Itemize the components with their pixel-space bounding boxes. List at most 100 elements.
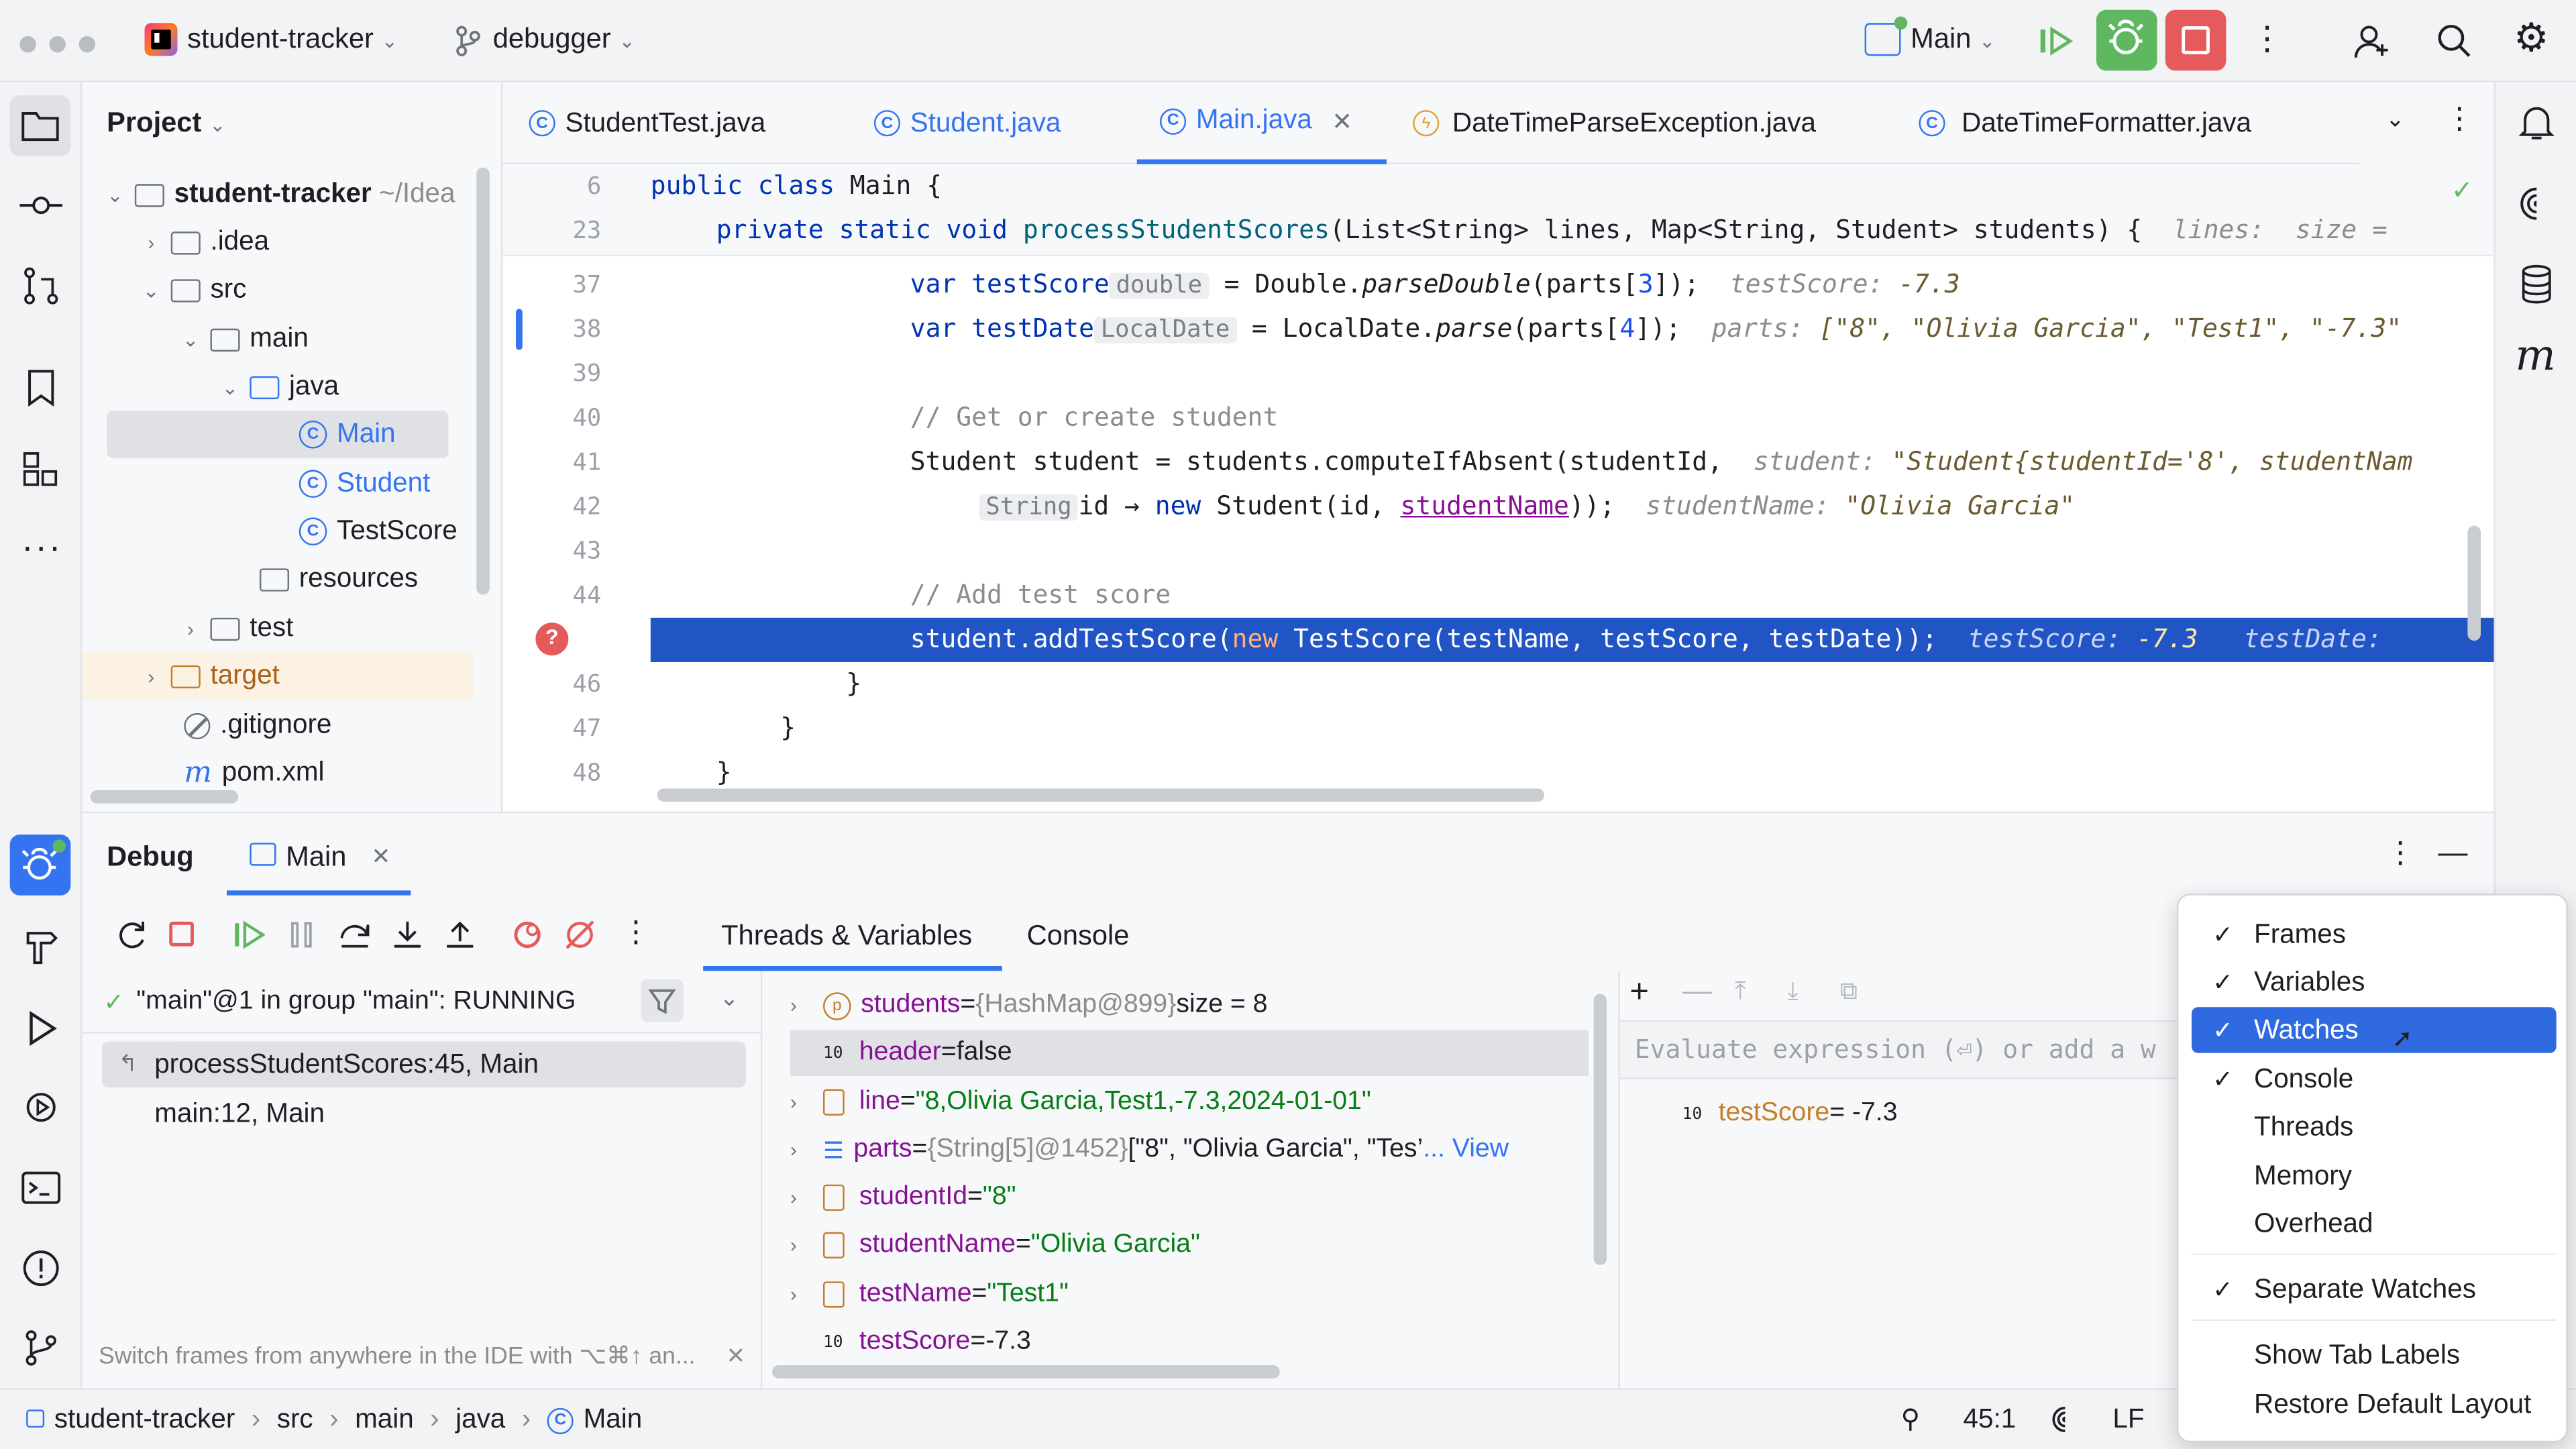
frame-item-selected[interactable]: ↰ processStudentScores:45, Main <box>101 1041 746 1088</box>
debug-button[interactable] <box>2096 9 2157 71</box>
services-icon[interactable] <box>21 1087 61 1127</box>
watch-item[interactable]: 10 testScore = -7.3 <box>1682 1099 1898 1128</box>
menu-item-watches[interactable]: ✓ Watches ➚ <box>2191 1007 2557 1053</box>
menu-item-threads[interactable]: Threads <box>2192 1104 2557 1150</box>
menu-item-separate-watches[interactable]: ✓ Separate Watches <box>2192 1267 2557 1313</box>
chevron-down-icon[interactable]: ⌄ <box>720 984 739 1012</box>
tree-item-target[interactable]: › target <box>138 652 533 700</box>
mute-breakpoints-icon[interactable] <box>564 918 596 951</box>
view-array-link[interactable]: ... View <box>1423 1135 1509 1165</box>
breadcrumb-item[interactable]: java <box>455 1405 505 1436</box>
close-hint-icon[interactable]: ✕ <box>726 1342 745 1371</box>
ai-assistant-icon[interactable] <box>2517 184 2557 223</box>
variable-row[interactable]: › testName = "Test1" <box>790 1280 1069 1309</box>
rerun-icon[interactable] <box>115 918 148 951</box>
window-controls[interactable] <box>19 32 108 61</box>
tab-studenttest-java[interactable]: C StudentTest.java <box>529 82 765 164</box>
breadcrumb-item[interactable]: Main <box>584 1405 643 1436</box>
menu-item-memory[interactable]: Memory <box>2192 1153 2557 1199</box>
pause-icon[interactable] <box>289 920 315 949</box>
settings-gear-icon[interactable]: ⚙ <box>2514 19 2549 59</box>
close-session-icon[interactable]: ✕ <box>371 843 390 871</box>
filter-icon[interactable] <box>641 979 684 1022</box>
code-style-icon[interactable]: ⚲ <box>1900 1403 1920 1436</box>
breadcrumb-item[interactable]: main <box>355 1405 414 1436</box>
move-watch-up-icon[interactable]: ⤒ <box>1735 977 1746 1006</box>
debug-session-tab[interactable]: Main ✕ <box>226 813 411 896</box>
more-tools-icon[interactable]: ··· <box>21 526 62 569</box>
minimize-panel-icon[interactable]: — <box>2438 837 2467 871</box>
database-icon[interactable] <box>2518 263 2555 306</box>
branch-selector[interactable]: debugger ⌄ <box>493 23 635 56</box>
step-over-icon[interactable] <box>338 918 371 951</box>
view-breakpoints-icon[interactable] <box>511 918 544 951</box>
tree-item-student-tracker[interactable]: ⌄ student-tracker ~/Idea <box>102 171 496 219</box>
duplicate-watch-icon[interactable]: ⧉ <box>1840 977 1858 1006</box>
resume-icon[interactable] <box>233 918 266 951</box>
variables-vertical-scrollbar[interactable] <box>1593 994 1607 1265</box>
remove-watch-icon[interactable]: — <box>1682 974 1712 1008</box>
run-config-selector[interactable]: Main ⌄ <box>1911 23 1996 56</box>
tab-main-java[interactable]: C Main.java ✕ <box>1136 82 1387 164</box>
tab-datetimeparseexception-java[interactable]: ϟ DateTimeParseException.java <box>1413 82 1816 164</box>
problems-icon[interactable] <box>21 1248 61 1288</box>
menu-item-frames[interactable]: ✓ Frames <box>2192 912 2557 958</box>
more-actions-icon[interactable]: ⋮ <box>2251 19 2284 59</box>
variable-row[interactable]: › line = "8,Olivia Garcia,Test1,-7.3,2024… <box>790 1087 1371 1117</box>
debug-more-icon[interactable]: ⋮ <box>2385 837 2415 871</box>
editor-vertical-scrollbar[interactable] <box>2467 525 2481 641</box>
bookmarks-icon[interactable] <box>25 368 58 408</box>
menu-item-overhead[interactable]: Overhead <box>2192 1201 2557 1247</box>
variable-row[interactable]: › p students = {HashMap@899} size = 8 <box>790 991 1267 1020</box>
notifications-bell-icon[interactable] <box>2518 102 2555 145</box>
line-separator[interactable]: LF <box>2112 1405 2144 1436</box>
thread-selector[interactable]: ✓ "main"@1 in group "main": RUNNING ⌄ <box>82 971 763 1034</box>
code-editor[interactable]: 6 public class Main { 23 private static … <box>502 164 2494 812</box>
ai-status-icon[interactable] <box>2050 1405 2080 1434</box>
caret-position[interactable]: 45:1 <box>1964 1405 2017 1436</box>
vertical-scrollbar[interactable] <box>476 167 490 595</box>
stop-icon[interactable] <box>169 921 194 947</box>
tree-item-idea[interactable]: › .idea <box>138 219 533 266</box>
variable-row[interactable]: 10 header = false <box>823 1038 1012 1068</box>
breadcrumb-item[interactable]: src <box>277 1405 313 1436</box>
tab-more-actions-icon[interactable]: ⋮ <box>2445 102 2474 136</box>
variables-horizontal-scrollbar[interactable] <box>772 1365 1280 1379</box>
variable-row[interactable]: › studentName = "Olivia Garcia" <box>790 1230 1200 1260</box>
variable-row[interactable]: 10 testScore = -7.3 <box>823 1328 1031 1357</box>
horizontal-scrollbar[interactable] <box>90 790 239 804</box>
commit-icon[interactable] <box>19 187 63 223</box>
editor-horizontal-scrollbar[interactable] <box>657 788 1545 802</box>
project-selector[interactable]: student-tracker ⌄ <box>187 23 398 56</box>
menu-item-restore-default-layout[interactable]: Restore Default Layout <box>2192 1382 2557 1428</box>
tab-student-java[interactable]: C Student.java <box>873 82 1061 164</box>
resume-program-icon[interactable] <box>2037 23 2077 59</box>
step-out-icon[interactable] <box>443 918 476 951</box>
tab-console[interactable]: Console <box>1027 920 1130 953</box>
menu-item-show-tab-labels[interactable]: Show Tab Labels <box>2192 1332 2557 1379</box>
structure-icon[interactable] <box>21 450 61 490</box>
move-watch-down-icon[interactable]: ⤓ <box>1788 977 1799 1006</box>
pull-requests-icon[interactable] <box>21 266 61 306</box>
step-into-icon[interactable] <box>391 918 424 951</box>
tab-threads-variables[interactable]: Threads & Variables <box>703 896 1002 971</box>
menu-item-variables[interactable]: ✓ Variables <box>2192 959 2557 1006</box>
stop-button[interactable] <box>2165 9 2226 71</box>
debug-tool-button[interactable] <box>9 835 71 896</box>
maven-icon[interactable]: m <box>2515 332 2555 381</box>
tab-datetimeformatter-java[interactable]: C DateTimeFormatter.java <box>1919 82 2251 164</box>
tree-item-src[interactable]: ⌄ src <box>138 266 533 314</box>
variable-row[interactable]: › ☰ parts = {String[5]@1452} ["8", "Olivia… <box>790 1135 1509 1165</box>
breadcrumb-item[interactable]: student-tracker <box>54 1405 235 1436</box>
show-hidden-tabs-icon[interactable]: ⌄ <box>2385 105 2405 133</box>
project-tool-button[interactable] <box>9 95 71 156</box>
evaluate-expression-field[interactable]: Evaluate expression (⏎) or add a w <box>1619 1020 2269 1079</box>
frame-item[interactable]: main:12, Main <box>154 1099 325 1130</box>
menu-item-console[interactable]: ✓ Console <box>2192 1057 2557 1103</box>
variable-row[interactable]: › studentId = "8" <box>790 1183 1016 1212</box>
debug-toolbar-more-icon[interactable]: ⋮ <box>621 915 651 949</box>
terminal-icon[interactable] <box>21 1170 61 1206</box>
add-user-icon[interactable] <box>2353 21 2392 61</box>
git-icon[interactable] <box>21 1328 61 1367</box>
add-watch-icon[interactable]: + <box>1629 974 1649 1012</box>
